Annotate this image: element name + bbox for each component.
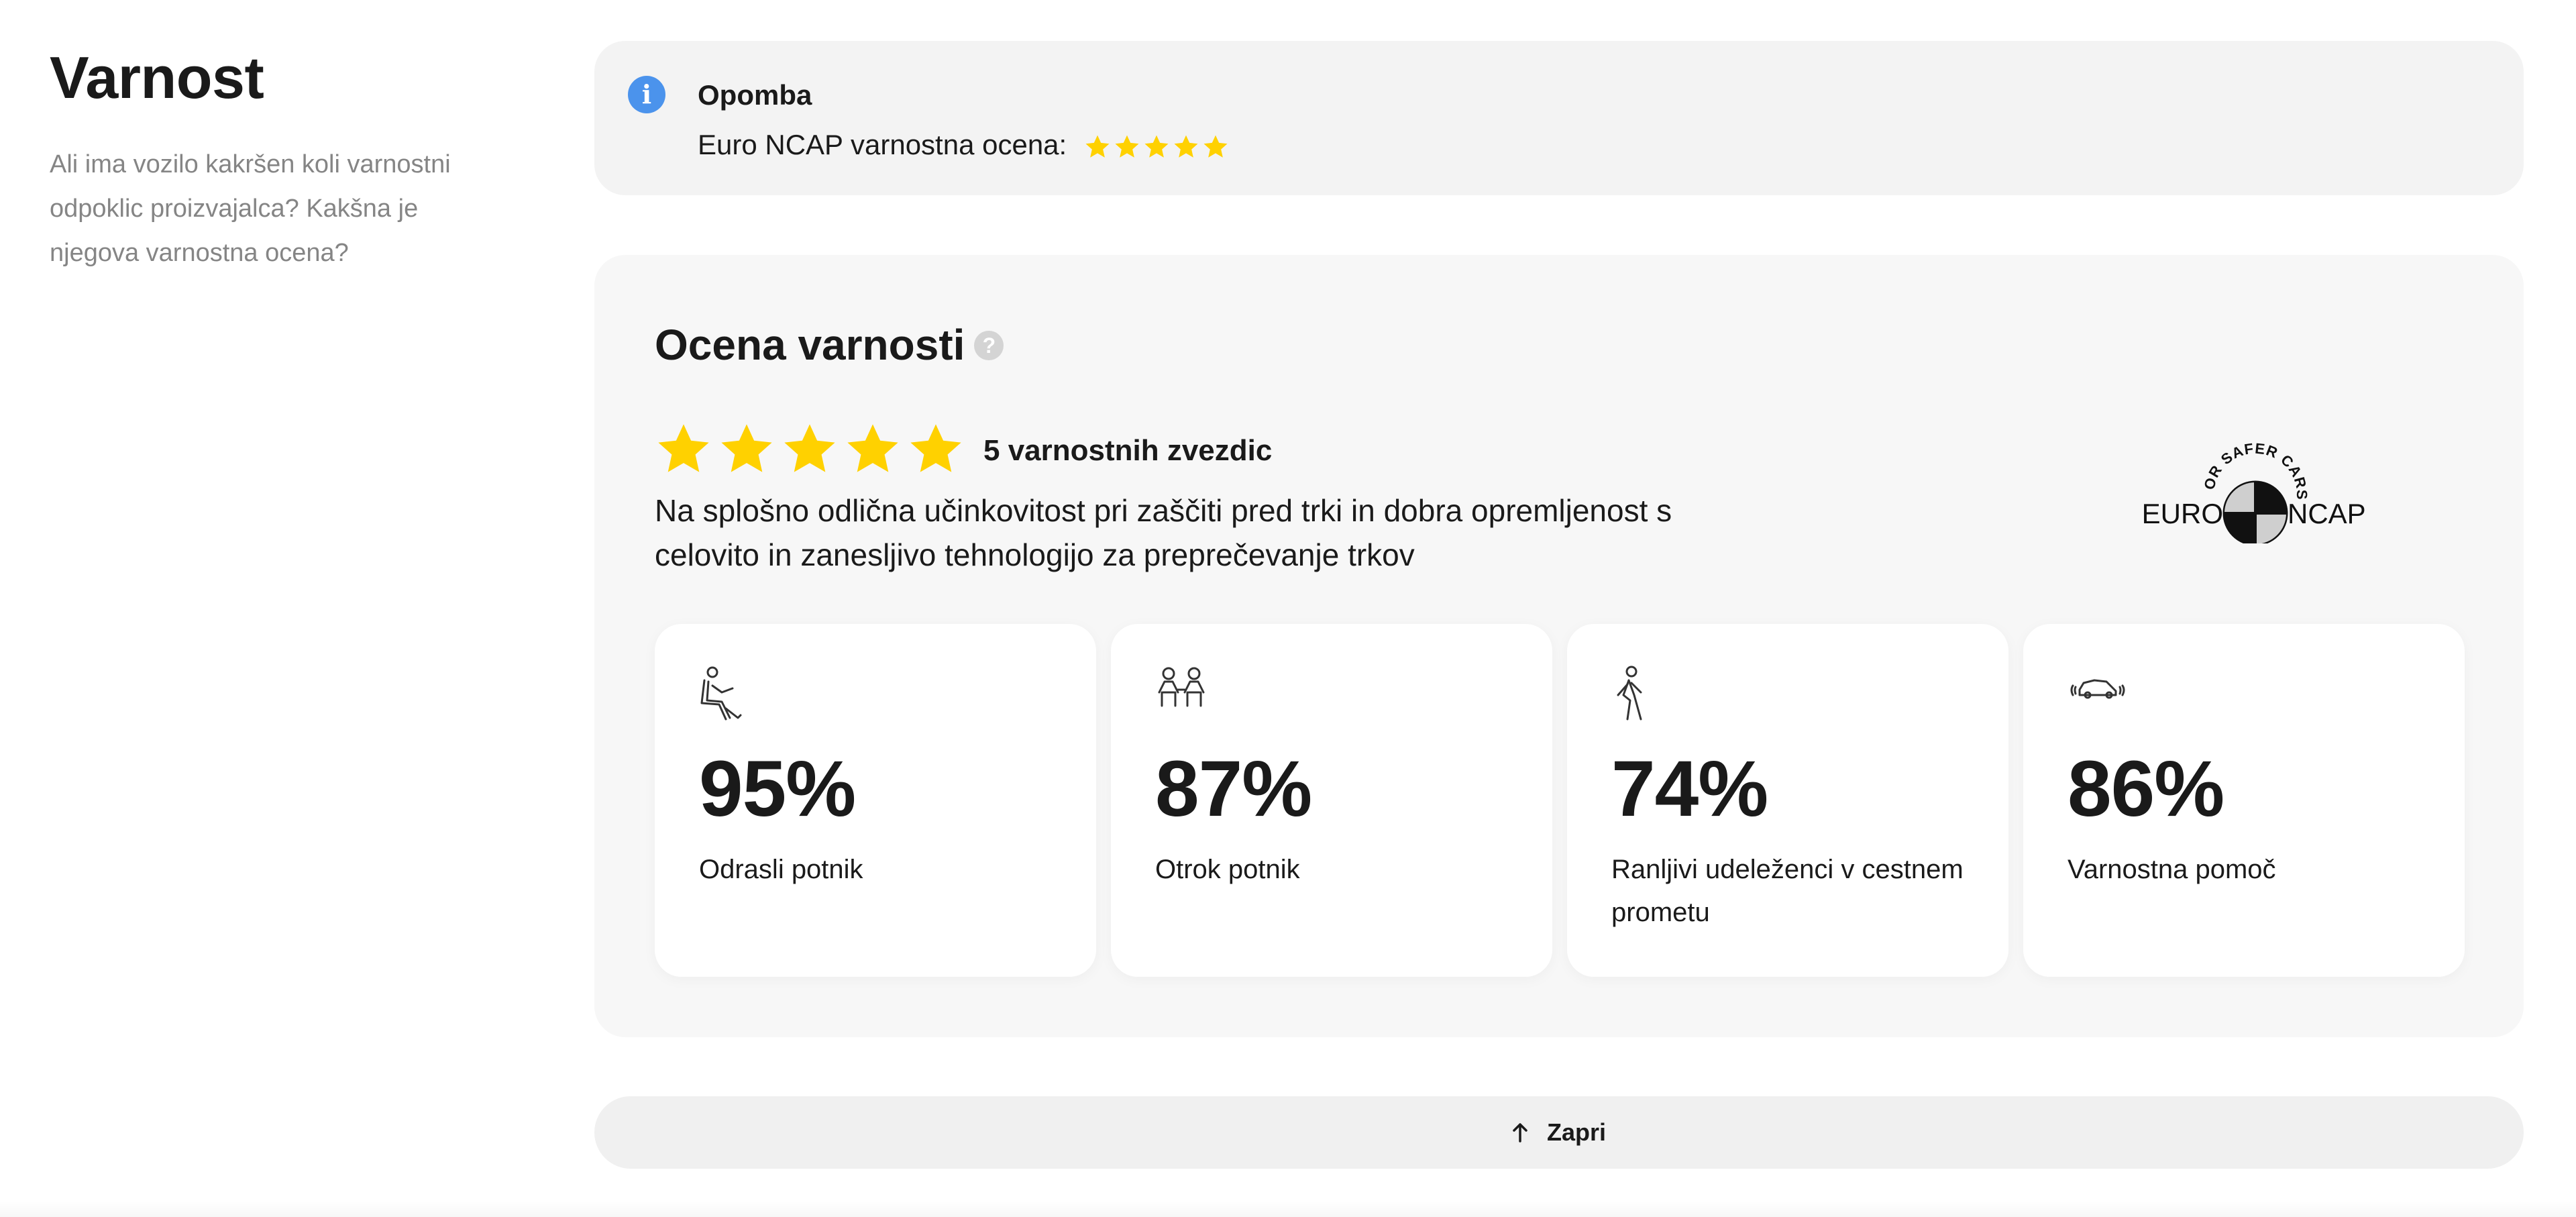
star-icon <box>784 423 835 472</box>
child-occupant-icon <box>1158 667 1205 707</box>
page-title: Varnost <box>50 44 264 111</box>
euro-ncap-logo: FOR SAFER CARS EURO NCAP <box>2128 443 2366 543</box>
star-icon <box>1174 135 1198 158</box>
star-icon <box>658 423 709 472</box>
metric-label: Ranljivi udeleženci v cestnem prometu <box>1611 855 1964 927</box>
close-button[interactable]: Zapri <box>594 1096 2524 1169</box>
close-label: Zapri <box>1546 1118 1606 1146</box>
metric-label: Odrasli potnik <box>699 855 863 884</box>
info-icon: i <box>628 76 665 113</box>
arrow-up-icon <box>1512 1122 1528 1143</box>
section-intro: Varnost Ali ima vozilo kakršen koli varn… <box>50 42 492 275</box>
adult-occupant-icon <box>700 666 742 721</box>
safety-title: Ocena varnosti? <box>655 318 1004 372</box>
metric-label: Varnostna pomoč <box>2068 855 2276 884</box>
page-description: Ali ima vozilo kakršen koli varnostni od… <box>50 150 451 267</box>
metric-value: 74% <box>1611 745 1768 833</box>
safety-title-text: Ocena varnosti <box>655 321 965 369</box>
logo-emblem <box>2222 480 2288 543</box>
star-icon <box>1085 135 1110 158</box>
logo-arc-text: FOR SAFER CARS <box>2128 443 2310 500</box>
logo-left-text: EURO <box>2142 498 2223 529</box>
metric-card-safety-assist: 86% Varnostna pomoč <box>2023 624 2465 977</box>
svg-text:FOR SAFER CARS: FOR SAFER CARS <box>2128 443 2310 500</box>
help-icon[interactable]: ? <box>974 331 1004 361</box>
pedestrian-icon <box>1617 666 1642 721</box>
star-icon <box>1144 135 1169 158</box>
note-title: Opomba <box>698 79 812 111</box>
note-body: Euro NCAP varnostna ocena: <box>698 123 1232 164</box>
note-text: Euro NCAP varnostna ocena: <box>698 129 1067 160</box>
note-card: i Opomba Euro NCAP varnostna ocena: <box>594 41 2524 195</box>
star-icon <box>721 423 772 472</box>
metric-value: 95% <box>699 745 856 833</box>
star-icon <box>847 423 898 472</box>
star-icon <box>910 423 961 472</box>
safety-assist-car-icon <box>2070 679 2125 699</box>
bottom-fade <box>0 1201 2576 1217</box>
star-icon <box>1203 135 1228 158</box>
safety-rating-panel: Ocena varnosti? 5 varnostnih zvezdic Na … <box>594 255 2524 1037</box>
star-rating-stars <box>655 421 970 482</box>
metric-card-adult: 95% Odrasli potnik <box>655 624 1096 977</box>
metric-card-child: 87% Otrok potnik <box>1111 624 1552 977</box>
metric-label: Otrok potnik <box>1155 855 1300 884</box>
stars-label: 5 varnostnih zvezdic <box>983 434 1273 467</box>
star-icon <box>1115 135 1139 158</box>
note-star-rating <box>1084 125 1232 164</box>
safety-star-rating: 5 varnostnih zvezdic <box>655 417 1272 484</box>
safety-description: Na splošno odlična učinkovitost pri zašč… <box>655 493 1672 572</box>
metric-card-vulnerable: 74% Ranljivi udeleženci v cestnem promet… <box>1567 624 2008 977</box>
logo-right-text: NCAP <box>2288 498 2366 529</box>
metric-value: 86% <box>2068 745 2224 833</box>
metric-value: 87% <box>1155 745 1312 833</box>
